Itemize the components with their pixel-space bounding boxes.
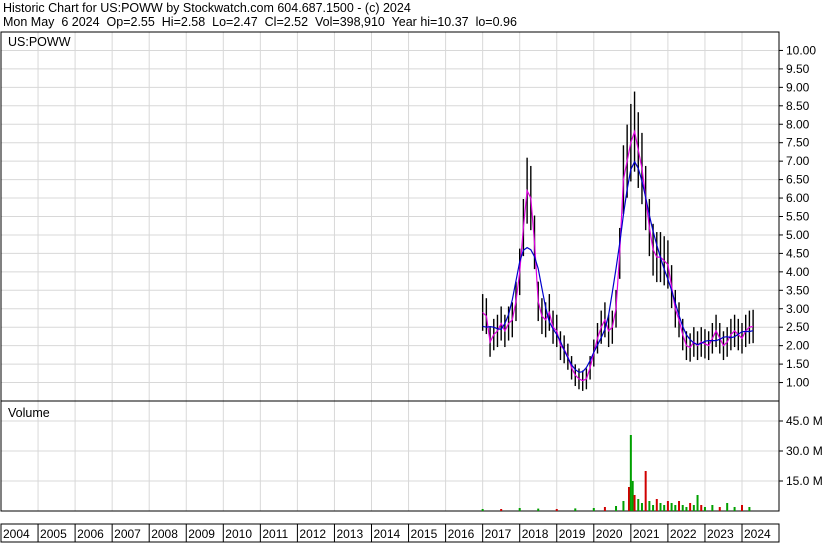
price-tick-label: 2.00: [786, 339, 810, 353]
volume-bar: [655, 499, 658, 511]
volume-bar: [663, 505, 666, 511]
price-tick-label: 4.50: [786, 246, 810, 260]
volume-bar: [603, 507, 606, 511]
volume-bar: [537, 508, 540, 511]
year-tick-label: 2008: [151, 527, 178, 541]
price-tick-label: 7.00: [786, 154, 810, 168]
year-tick-label: 2009: [188, 527, 215, 541]
volume-bar: [666, 501, 669, 511]
price-tick-label: 1.50: [786, 357, 810, 371]
price-tick-label: 4.00: [786, 265, 810, 279]
year-tick-label: 2007: [114, 527, 141, 541]
year-tick-label: 2011: [262, 527, 288, 541]
price-tick-label: 9.50: [786, 62, 810, 76]
price-grid: [1, 32, 779, 401]
volume-bar: [555, 509, 558, 511]
volume-axis-ticks: 45.0 M 30.0 M 15.0 M: [779, 414, 823, 488]
moving-average-long: [482, 160, 754, 373]
year-tick-label: 2024: [744, 527, 771, 541]
year-tick-label: 2014: [374, 527, 401, 541]
price-tick-label: 5.00: [786, 228, 810, 242]
price-tick-label: 6.00: [786, 191, 810, 205]
price-tick-label: 5.50: [786, 210, 810, 224]
volume-panel-frame: [0, 400, 780, 512]
year-tick-label: 2010: [225, 527, 252, 541]
volume-tick-label: 15.0 M: [786, 474, 823, 488]
volume-bar: [678, 501, 681, 511]
year-tick-label: 2017: [485, 527, 512, 541]
year-tick-label: 2022: [670, 527, 697, 541]
year-tick-label: 2004: [3, 527, 30, 541]
year-tick-label: 2013: [336, 527, 363, 541]
volume-bar: [518, 508, 521, 511]
price-tick-label: 9.00: [786, 80, 810, 94]
stock-chart: US:POWW Volume 10.00 9.50 9.00 8.50 8.00 7.50…: [0, 31, 823, 543]
volume-grid: [1, 401, 779, 511]
volume-bar: [592, 508, 595, 511]
year-axis-ticks: 2004 2005 2006 2007 2008 2009 2010 2011 2012 2013…: [3, 524, 771, 542]
volume-bar: [685, 507, 688, 511]
year-tick-label: 2006: [77, 527, 104, 541]
volume-bar: [627, 487, 630, 511]
volume-bar: [700, 505, 703, 511]
volume-bar: [652, 505, 655, 511]
volume-bar: [692, 505, 695, 511]
volume-bar: [622, 501, 625, 511]
price-tick-label: 3.00: [786, 302, 810, 316]
volume-bar: [615, 506, 618, 511]
volume-bar: [629, 435, 632, 511]
volume-bars: [481, 435, 751, 511]
volume-bar: [659, 503, 662, 511]
volume-bar: [741, 505, 743, 511]
price-tick-label: 8.00: [786, 117, 810, 131]
year-tick-label: 2016: [448, 527, 475, 541]
volume-bar: [733, 507, 736, 511]
volume-bar: [718, 507, 721, 511]
year-tick-label: 2005: [40, 527, 67, 541]
volume-bar: [689, 503, 692, 511]
price-tick-label: 8.50: [786, 99, 810, 113]
year-tick-label: 2023: [707, 527, 734, 541]
price-tick-label: 7.50: [786, 136, 810, 150]
year-tick-label: 2018: [522, 527, 549, 541]
volume-bar: [703, 507, 706, 511]
price-panel-title: US:POWW: [8, 35, 71, 49]
volume-panel-title: Volume: [8, 406, 50, 420]
year-tick-label: 2012: [299, 527, 326, 541]
year-tick-label: 2015: [411, 527, 438, 541]
volume-bar: [726, 503, 729, 511]
volume-bar: [681, 505, 684, 511]
volume-bar: [574, 508, 577, 511]
price-tick-label: 3.50: [786, 283, 810, 297]
volume-tick-label: 45.0 M: [786, 414, 823, 428]
price-tick-label: 10.00: [786, 43, 816, 57]
price-tick-label: 2.50: [786, 320, 810, 334]
volume-bar: [748, 507, 751, 511]
price-axis-ticks: 10.00 9.50 9.00 8.50 8.00 7.50 7.00 6.50 6.00 5.5…: [779, 43, 816, 390]
volume-bar: [711, 505, 714, 511]
volume-tick-label: 30.0 M: [786, 444, 823, 458]
year-tick-label: 2020: [596, 527, 623, 541]
volume-bar: [644, 471, 647, 511]
volume-bar: [637, 499, 640, 511]
volume-bar: [648, 501, 651, 511]
year-tick-label: 2021: [633, 527, 660, 541]
volume-bar: [640, 503, 643, 511]
price-tick-label: 1.00: [786, 376, 810, 390]
year-tick-label: 2019: [559, 527, 586, 541]
volume-bar: [633, 495, 636, 511]
volume-bar: [500, 509, 503, 511]
volume-bar: [631, 481, 634, 511]
volume-bar: [674, 505, 677, 511]
price-tick-label: 6.50: [786, 173, 810, 187]
volume-bar: [670, 503, 673, 511]
volume-bar: [481, 509, 484, 511]
volume-bar: [696, 495, 699, 511]
